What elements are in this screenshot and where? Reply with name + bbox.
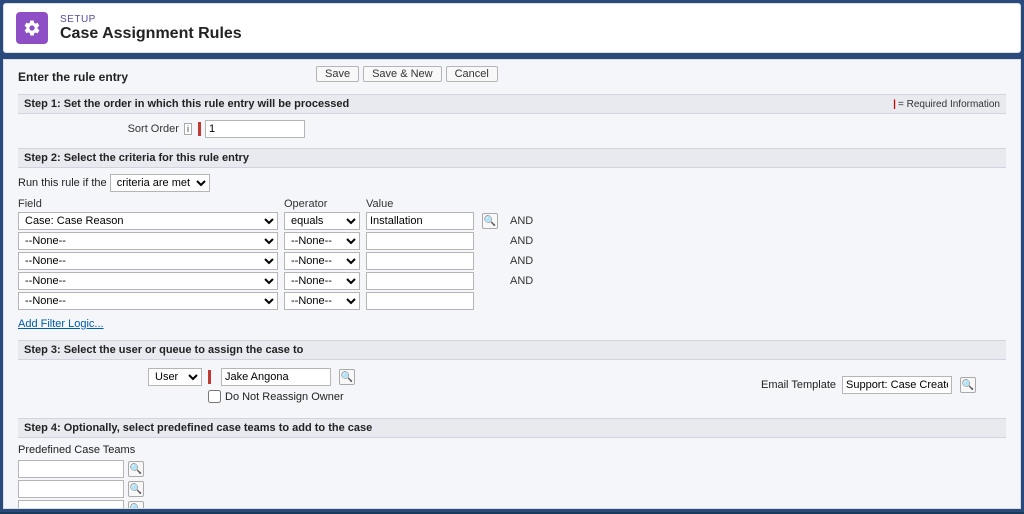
- criteria-row: Case: Case Reason equals 🔍 AND: [18, 212, 1006, 230]
- criteria-operator-select[interactable]: --None--: [284, 292, 360, 310]
- criteria-row: --None-- --None-- AND: [18, 252, 1006, 270]
- case-team-input[interactable]: [18, 500, 124, 509]
- criteria-operator-select[interactable]: equals: [284, 212, 360, 230]
- save-and-new-button[interactable]: Save & New: [363, 66, 442, 82]
- gear-icon: [16, 12, 48, 44]
- value-head: Value: [366, 198, 474, 210]
- add-filter-logic-link[interactable]: Add Filter Logic...: [18, 318, 104, 330]
- step1-title: Step 1: Set the order in which this rule…: [24, 98, 349, 110]
- criteria-table: Field Operator Value Case: Case Reason eq…: [18, 198, 1006, 310]
- sort-order-input[interactable]: [205, 120, 305, 138]
- and-text: AND: [510, 235, 533, 247]
- case-team-input[interactable]: [18, 480, 124, 498]
- sort-order-row: Sort Order i: [18, 120, 1006, 138]
- criteria-value-input[interactable]: [366, 232, 474, 250]
- criteria-row: --None-- --None--: [18, 292, 1006, 310]
- criteria-value-input[interactable]: [366, 252, 474, 270]
- criteria-field-select[interactable]: Case: Case Reason: [18, 212, 278, 230]
- do-not-reassign-label: Do Not Reassign Owner: [225, 391, 344, 403]
- criteria-operator-select[interactable]: --None--: [284, 232, 360, 250]
- case-team-row: 🔍: [18, 480, 1006, 498]
- assign-user-input[interactable]: [221, 368, 331, 386]
- save-button[interactable]: Save: [316, 66, 359, 82]
- required-marker: [198, 122, 201, 136]
- required-marker: [208, 370, 211, 384]
- criteria-row: --None-- --None-- AND: [18, 272, 1006, 290]
- step4-bar: Step 4: Optionally, select predefined ca…: [18, 418, 1006, 438]
- step3-bar: Step 3: Select the user or queue to assi…: [18, 340, 1006, 360]
- email-template-label: Email Template: [761, 379, 836, 391]
- criteria-field-select[interactable]: --None--: [18, 272, 278, 290]
- criteria-value-input[interactable]: [366, 212, 474, 230]
- email-template-input[interactable]: [842, 376, 952, 394]
- section-title: Enter the rule entry: [18, 70, 1006, 84]
- step3-title: Step 3: Select the user or queue to assi…: [24, 344, 303, 356]
- required-info: |= Required Information: [893, 99, 1000, 110]
- step2-bar: Step 2: Select the criteria for this rul…: [18, 148, 1006, 168]
- and-text: AND: [510, 255, 533, 267]
- predefined-label: Predefined Case Teams: [18, 444, 1006, 456]
- lookup-icon[interactable]: 🔍: [482, 213, 498, 229]
- do-not-reassign-checkbox[interactable]: [208, 390, 221, 403]
- step2-title: Step 2: Select the criteria for this rul…: [24, 152, 249, 164]
- lookup-icon[interactable]: 🔍: [960, 377, 976, 393]
- criteria-field-select[interactable]: --None--: [18, 232, 278, 250]
- case-team-row: 🔍: [18, 460, 1006, 478]
- lookup-icon[interactable]: 🔍: [128, 461, 144, 477]
- step1-bar: Step 1: Set the order in which this rule…: [18, 94, 1006, 114]
- top-button-row: Save Save & New Cancel: [316, 66, 498, 82]
- case-team-inputs: 🔍 🔍 🔍: [18, 460, 1006, 509]
- run-rule-select[interactable]: criteria are met: [110, 174, 210, 192]
- lookup-icon[interactable]: 🔍: [128, 501, 144, 509]
- lookup-icon[interactable]: 🔍: [339, 369, 355, 385]
- page-title: Case Assignment Rules: [60, 25, 242, 43]
- cancel-button[interactable]: Cancel: [446, 66, 498, 82]
- criteria-value-input[interactable]: [366, 292, 474, 310]
- sort-order-label: Sort Order i: [18, 123, 198, 135]
- step4-title: Step 4: Optionally, select predefined ca…: [24, 422, 372, 434]
- case-team-input[interactable]: [18, 460, 124, 478]
- field-head: Field: [18, 198, 278, 210]
- lookup-icon[interactable]: 🔍: [128, 481, 144, 497]
- run-rule-label: Run this rule if the: [18, 177, 107, 189]
- email-template-group: Email Template 🔍: [761, 376, 976, 394]
- page-header: SETUP Case Assignment Rules: [3, 3, 1021, 53]
- criteria-head: Field Operator Value: [18, 198, 1006, 210]
- run-rule-row: Run this rule if the criteria are met: [18, 174, 1006, 192]
- criteria-row: --None-- --None-- AND: [18, 232, 1006, 250]
- case-team-row: 🔍: [18, 500, 1006, 509]
- content-area: Enter the rule entry Save Save & New Can…: [3, 59, 1021, 509]
- criteria-operator-select[interactable]: --None--: [284, 272, 360, 290]
- and-text: AND: [510, 215, 533, 227]
- assign-type-select[interactable]: User: [148, 368, 202, 386]
- header-text: SETUP Case Assignment Rules: [60, 14, 242, 43]
- setup-label: SETUP: [60, 14, 242, 25]
- criteria-value-input[interactable]: [366, 272, 474, 290]
- help-icon[interactable]: i: [184, 123, 192, 135]
- and-text: AND: [510, 275, 533, 287]
- operator-head: Operator: [284, 198, 360, 210]
- criteria-operator-select[interactable]: --None--: [284, 252, 360, 270]
- criteria-field-select[interactable]: --None--: [18, 252, 278, 270]
- criteria-field-select[interactable]: --None--: [18, 292, 278, 310]
